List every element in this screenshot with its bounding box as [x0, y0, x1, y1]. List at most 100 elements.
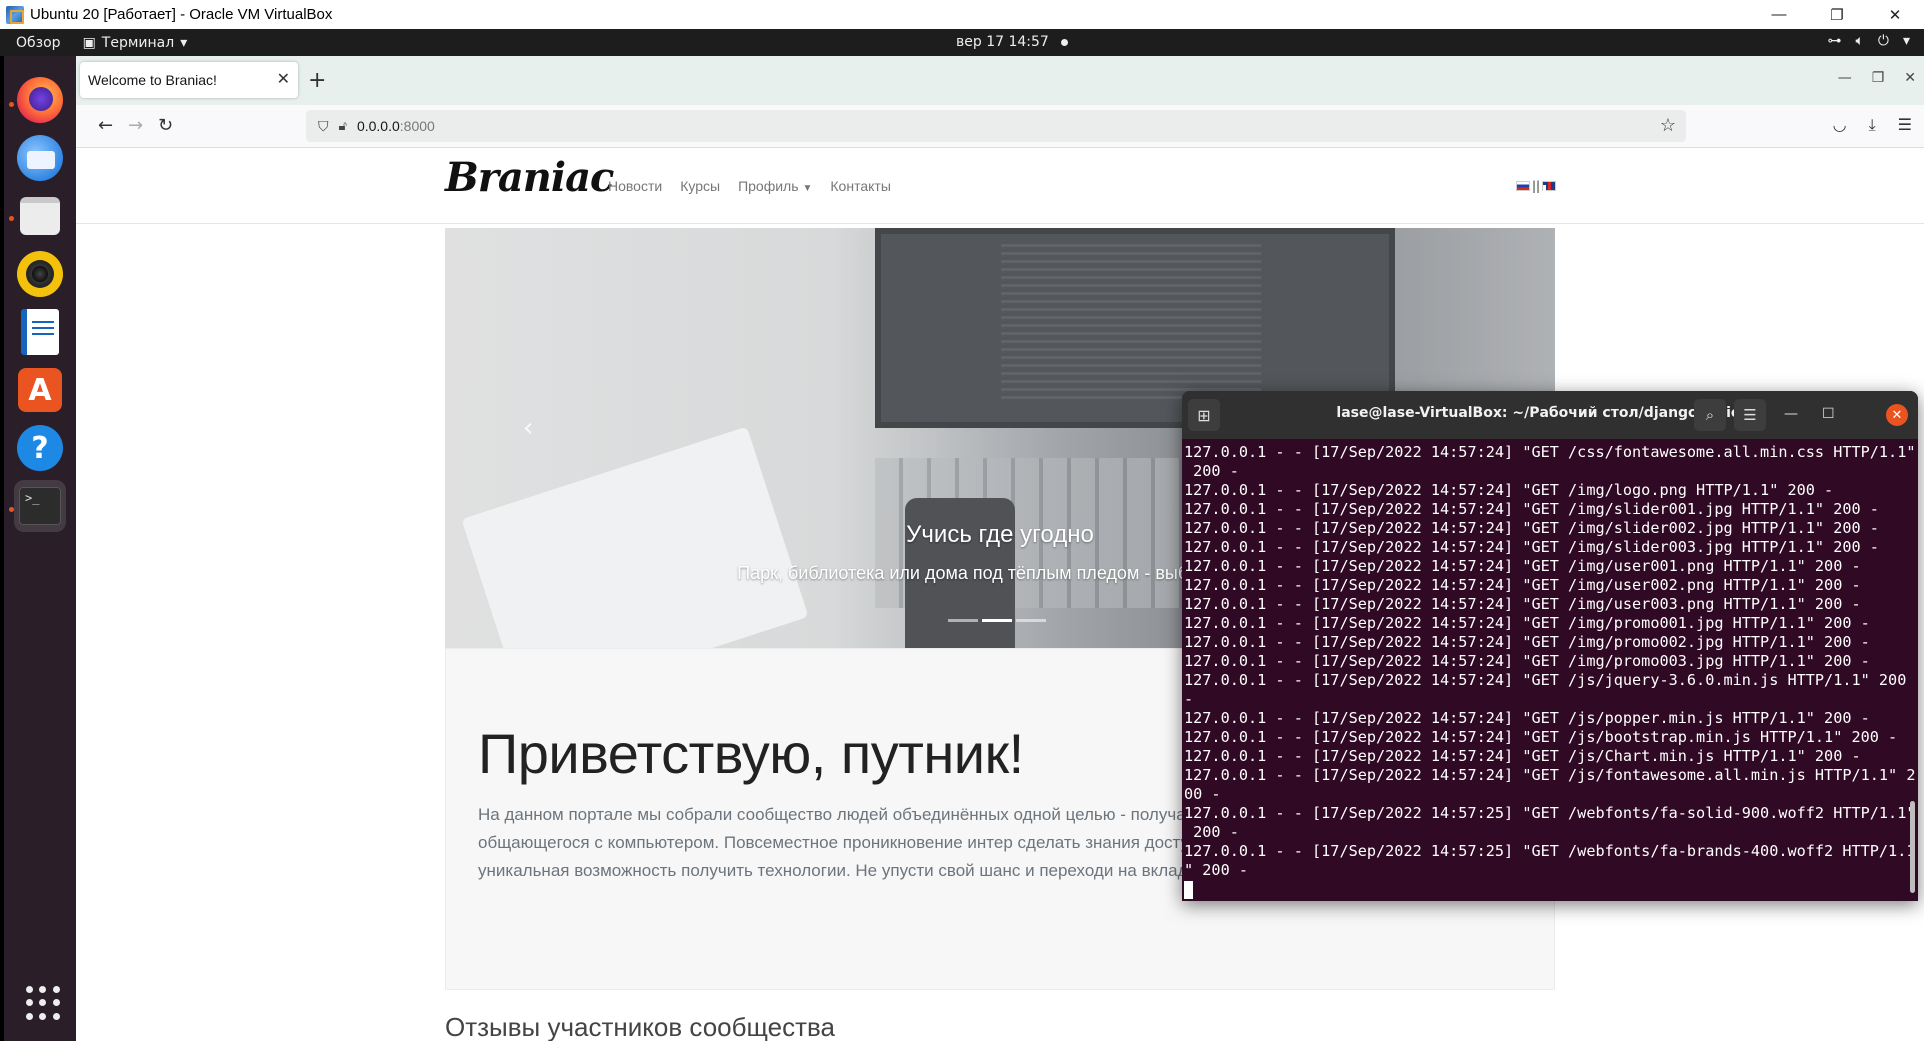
reviews-heading: Отзывы участников сообщества	[445, 1012, 835, 1041]
terminal-line: " 200 -	[1184, 861, 1249, 879]
minimize-icon[interactable]: —	[1838, 70, 1852, 86]
dock-rhythmbox[interactable]	[14, 248, 66, 300]
dock-help[interactable]: ?	[14, 422, 66, 474]
terminal-scrollbar[interactable]	[1910, 801, 1915, 893]
minimize-icon[interactable]: —	[1784, 406, 1798, 422]
show-apps-grid-icon[interactable]	[26, 986, 60, 1020]
firefox-icon	[17, 77, 63, 123]
nav-profile[interactable]: Профиль ▼	[738, 178, 812, 194]
caret-down-icon: ▼	[802, 183, 813, 194]
tab-welcome[interactable]: Welcome to Braniac! ✕	[80, 62, 298, 98]
site-menu: Новости Курсы Профиль ▼ Контакты	[608, 178, 891, 194]
url-bar[interactable]: ⛉ 🔓︎ 0.0.0.0:8000 ☆	[306, 110, 1686, 142]
terminal-line: 00 -	[1184, 785, 1221, 803]
carousel-indicator[interactable]	[1016, 619, 1046, 622]
volume-icon: 🔈︎	[1855, 33, 1864, 49]
restore-icon[interactable]: ❐	[1872, 70, 1885, 86]
nav-contacts[interactable]: Контакты	[830, 178, 890, 194]
libreoffice-writer-icon	[21, 309, 59, 355]
dock-software[interactable]: A	[14, 364, 66, 416]
dock-thunderbird[interactable]	[14, 132, 66, 184]
chevron-down-icon: ▾	[180, 34, 188, 51]
app-menu[interactable]: ▣ Терминал ▾	[77, 35, 188, 51]
hamburger-menu-icon[interactable]: ☰	[1898, 115, 1912, 135]
shield-icon[interactable]: ⛉	[318, 118, 329, 135]
window-title: Ubuntu 20 [Работает] - Oracle VM Virtual…	[30, 6, 333, 23]
app-menu-label: Терминал	[101, 34, 175, 51]
close-icon[interactable]: ✕	[1904, 70, 1916, 86]
terminal-line: 127.0.0.1 - - [17/Sep/2022 14:57:24] "GE…	[1184, 576, 1861, 594]
minimize-button[interactable]: —	[1750, 0, 1808, 29]
pocket-icon[interactable]: ◡	[1833, 115, 1847, 135]
network-icon: ⊶	[1827, 33, 1842, 49]
ubuntu-dock: A ? >_	[4, 56, 76, 1041]
terminal-line: 127.0.0.1 - - [17/Sep/2022 14:57:24] "GE…	[1184, 728, 1898, 746]
power-icon: ⏻	[1877, 33, 1889, 49]
terminal-line: 127.0.0.1 - - [17/Sep/2022 14:57:24] "GE…	[1184, 443, 1916, 461]
terminal-icon: >_	[19, 487, 61, 525]
reload-icon[interactable]: ↻	[158, 115, 173, 136]
terminal-line: 127.0.0.1 - - [17/Sep/2022 14:57:24] "GE…	[1184, 519, 1879, 537]
close-tab-icon[interactable]: ✕	[277, 69, 290, 89]
terminal-window[interactable]: ⊞ lase@lase-VirtualBox: ~/Рабочий стол/d…	[1182, 391, 1918, 901]
nav-courses[interactable]: Курсы	[680, 178, 720, 194]
carousel-indicator-active[interactable]	[982, 619, 1012, 622]
maximize-icon[interactable]: ☐	[1822, 406, 1835, 422]
terminal-line: 127.0.0.1 - - [17/Sep/2022 14:57:24] "GE…	[1184, 614, 1870, 632]
terminal-output[interactable]: 127.0.0.1 - - [17/Sep/2022 14:57:24] "GE…	[1184, 443, 1916, 899]
nav-news[interactable]: Новости	[608, 178, 662, 194]
terminal-small-icon: ▣	[82, 34, 96, 51]
files-icon	[20, 197, 60, 235]
search-icon[interactable]: ⌕	[1694, 399, 1726, 431]
terminal-line: 127.0.0.1 - - [17/Sep/2022 14:57:24] "GE…	[1184, 747, 1861, 765]
restore-button[interactable]: ❐	[1808, 0, 1866, 29]
english-flag-icon[interactable]	[1542, 181, 1557, 191]
virtualbox-icon	[6, 5, 24, 24]
terminal-line: 127.0.0.1 - - [17/Sep/2022 14:57:24] "GE…	[1184, 538, 1879, 556]
terminal-line: -	[1184, 690, 1194, 708]
insecure-lock-icon[interactable]: 🔓︎	[339, 118, 347, 134]
terminal-line: 127.0.0.1 - - [17/Sep/2022 14:57:24] "GE…	[1184, 557, 1861, 575]
terminal-line: 127.0.0.1 - - [17/Sep/2022 14:57:24] "GE…	[1184, 500, 1879, 518]
close-button[interactable]: ✕	[1866, 0, 1924, 29]
url-text: 0.0.0.0:8000	[356, 118, 435, 134]
chevron-down-icon: ▾	[1902, 33, 1910, 49]
forward-arrow-icon[interactable]: →	[128, 115, 143, 136]
dock-firefox[interactable]	[14, 74, 66, 126]
close-icon[interactable]: ✕	[1886, 404, 1908, 426]
firefox-window-controls: — ❐ ✕	[1838, 70, 1916, 86]
carousel-indicator[interactable]	[948, 619, 978, 622]
terminal-line: 127.0.0.1 - - [17/Sep/2022 14:57:24] "GE…	[1184, 709, 1870, 727]
language-switcher: ||	[1516, 179, 1557, 193]
system-tray[interactable]: ⊶ 🔈︎ ⏻ ▾	[1827, 33, 1910, 49]
bookmark-star-icon[interactable]: ☆	[1660, 115, 1676, 136]
back-arrow-icon[interactable]: ←	[98, 115, 113, 136]
dock-files[interactable]	[14, 190, 66, 242]
terminal-line: 127.0.0.1 - - [17/Sep/2022 14:57:24] "GE…	[1184, 633, 1870, 651]
nav-profile-label: Профиль	[738, 178, 799, 194]
terminal-line: 200 -	[1184, 823, 1239, 841]
dock-writer[interactable]	[14, 306, 66, 358]
site-logo[interactable]: Braniac	[445, 154, 614, 201]
notification-dot-icon	[1060, 38, 1068, 46]
terminal-line: 127.0.0.1 - - [17/Sep/2022 14:57:25] "GE…	[1184, 804, 1916, 822]
virtualbox-titlebar: Ubuntu 20 [Работает] - Oracle VM Virtual…	[0, 0, 1924, 29]
new-tab-button[interactable]: +	[308, 68, 326, 93]
terminal-headerbar: ⊞ lase@lase-VirtualBox: ~/Рабочий стол/d…	[1182, 391, 1918, 439]
welcome-heading: Приветствую, путник!	[478, 722, 1024, 785]
ubuntu-top-bar: Обзор ▣ Терминал ▾ вер 17 14:57 ⊶ 🔈︎ ⏻ ▾	[0, 29, 1924, 56]
hamburger-menu-icon[interactable]: ☰	[1734, 399, 1766, 431]
software-store-icon: A	[18, 368, 62, 412]
terminal-line: 127.0.0.1 - - [17/Sep/2022 14:57:24] "GE…	[1184, 652, 1870, 670]
downloads-icon[interactable]: ⤓	[1869, 115, 1876, 135]
site-navbar: Braniac Новости Курсы Профиль ▼ Контакты …	[76, 148, 1924, 224]
clock[interactable]: вер 17 14:57	[956, 34, 1068, 50]
activities-button[interactable]: Обзор	[0, 35, 77, 51]
toolbar-right: ◡ ⤓ ☰	[1833, 115, 1912, 135]
carousel-prev-icon[interactable]: ‹	[523, 413, 533, 443]
thunderbird-icon	[17, 135, 63, 181]
russian-flag-icon[interactable]	[1516, 181, 1530, 191]
dock-terminal[interactable]: >_	[14, 480, 66, 532]
help-icon: ?	[17, 425, 63, 471]
terminal-line: 127.0.0.1 - - [17/Sep/2022 14:57:24] "GE…	[1184, 481, 1834, 499]
